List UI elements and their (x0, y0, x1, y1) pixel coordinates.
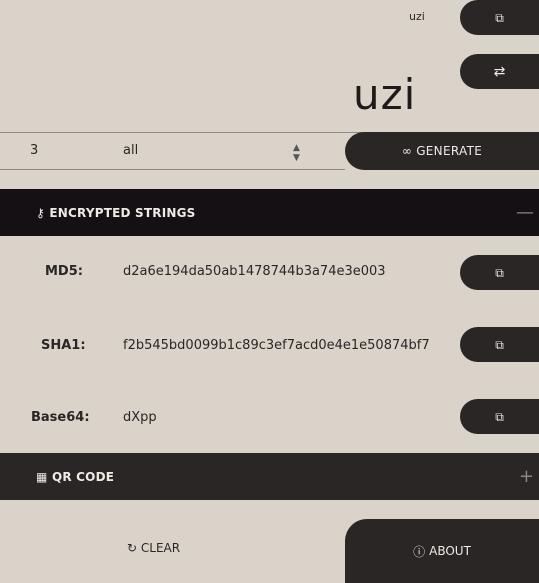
copy-base64-button[interactable]: ⧉ (460, 399, 539, 434)
qr-icon: ▦ (36, 469, 48, 484)
md5-value: d2a6e194da50ab1478744b3a74e3e003 (123, 264, 386, 279)
generate-button[interactable]: ∞ GENERATE (345, 132, 539, 170)
copy-md5-button[interactable]: ⧉ (460, 255, 539, 290)
copy-icon: ⧉ (495, 337, 504, 352)
copy-icon: ⧉ (495, 409, 504, 424)
divider-bottom (0, 169, 345, 170)
encrypted-strings-header[interactable]: ⚷ ENCRYPTED STRINGS — (0, 189, 539, 236)
base64-value: dXpp (123, 410, 157, 425)
swap-button[interactable]: ⇄ (460, 54, 539, 89)
infinity-icon: ∞ (401, 144, 413, 158)
md5-label: MD5: (45, 264, 83, 279)
clear-label: CLEAR (140, 541, 181, 555)
qr-code-title: ▦ QR CODE (36, 469, 115, 484)
uzi-app: uzi ⧉ ⇄ uzi 3 all ▲ ▼ ∞ GENERATE ⚷ ENCRYP… (0, 0, 539, 583)
info-icon: ⓘ (413, 544, 426, 559)
base64-label: Base64: (31, 410, 90, 425)
qr-code-header[interactable]: ▦ QR CODE + (0, 453, 539, 500)
collapse-icon[interactable]: — (516, 202, 534, 223)
copy-icon: ⧉ (495, 265, 504, 280)
copy-button-top[interactable]: ⧉ (460, 0, 539, 35)
copy-sha1-button[interactable]: ⧉ (460, 327, 539, 362)
top-user-label: uzi (409, 10, 425, 23)
about-label: ABOUT (429, 544, 471, 558)
page-title: uzi (353, 70, 417, 119)
refresh-icon: ↻ (127, 541, 138, 555)
clear-button[interactable]: ↻ CLEAR (127, 541, 180, 555)
charset-select[interactable]: all (123, 143, 138, 158)
sha1-label: SHA1: (41, 338, 86, 353)
select-arrows-icon: ▲ ▼ (293, 143, 300, 163)
about-button[interactable]: ⓘ ABOUT (345, 519, 539, 583)
key-icon: ⚷ (36, 205, 45, 220)
swap-icon: ⇄ (493, 63, 506, 80)
expand-icon[interactable]: + (519, 466, 534, 487)
sha1-value: f2b545bd0099b1c89c3ef7acd0e4e1e50874bf7 (123, 338, 430, 353)
encrypted-strings-title: ⚷ ENCRYPTED STRINGS (36, 205, 196, 220)
generate-label: GENERATE (416, 144, 483, 158)
count-input[interactable]: 3 (30, 143, 38, 158)
copy-icon: ⧉ (495, 10, 504, 25)
